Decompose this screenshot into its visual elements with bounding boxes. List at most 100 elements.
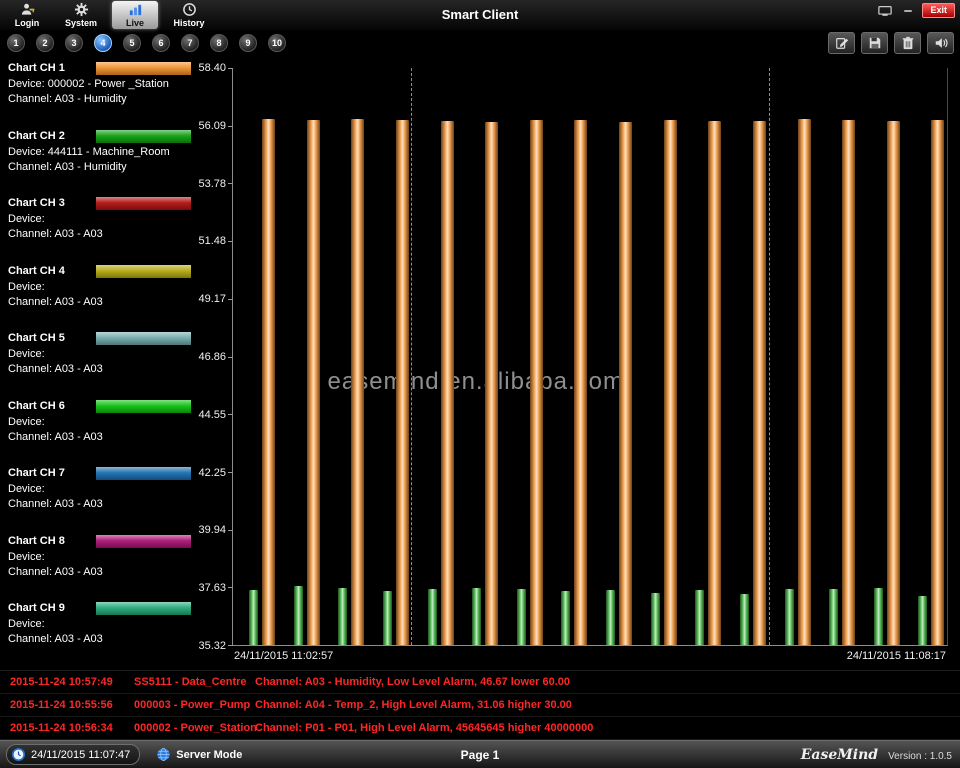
- minimize-icon[interactable]: [899, 4, 917, 18]
- alarm-list: 2015-11-24 10:57:49SS5111 - Data_CentreC…: [0, 670, 960, 740]
- bar-ch2: [606, 590, 615, 645]
- y-tick-mark: [228, 472, 233, 473]
- display-icon[interactable]: [876, 4, 894, 18]
- page-tab-3[interactable]: 3: [65, 34, 83, 52]
- nav-history[interactable]: History: [166, 1, 212, 29]
- page-tab-6[interactable]: 6: [152, 34, 170, 52]
- page-tab-4[interactable]: 4: [94, 34, 112, 52]
- bar-ch1: [798, 119, 811, 645]
- status-time: 24/11/2015 11:07:47: [31, 749, 130, 761]
- save-icon: [868, 36, 882, 50]
- edit-button[interactable]: [828, 32, 855, 54]
- bar-ch2: [651, 593, 660, 645]
- bar-ch1: [485, 122, 498, 645]
- bar-ch2: [874, 588, 883, 646]
- bar-ch1: [842, 120, 855, 645]
- easemind-logo: EaseMind: [801, 747, 878, 763]
- bar-ch1: [619, 122, 632, 646]
- tab-bar: 123456789 10: [0, 30, 960, 56]
- y-axis: 58.4056.0953.7851.4849.1746.8644.5542.25…: [190, 68, 228, 646]
- delete-button[interactable]: [894, 32, 921, 54]
- bar-ch2: [695, 590, 704, 645]
- login-icon: [20, 2, 35, 17]
- x-axis: 24/11/2015 11:02:57 24/11/2015 11:08:17: [232, 650, 948, 662]
- y-tick-mark: [228, 414, 233, 415]
- alarm-device: SS5111 - Data_Centre: [134, 671, 255, 694]
- alarm-row[interactable]: 2015-11-24 10:57:49SS5111 - Data_CentreC…: [0, 671, 960, 694]
- y-tick-label: 58.40: [198, 62, 226, 74]
- y-tick-mark: [228, 357, 233, 358]
- bar-ch1: [664, 120, 677, 645]
- y-tick-mark: [228, 183, 233, 184]
- y-tick-label: 37.63: [198, 582, 226, 594]
- smart-client-window: LoginSystemLiveHistory Smart Client Exit…: [0, 0, 960, 768]
- bar-ch2: [740, 594, 749, 646]
- brand-box: EaseMind Version : 1.0.5: [801, 747, 952, 763]
- page-tab-5[interactable]: 5: [123, 34, 141, 52]
- bar-ch1: [708, 121, 721, 645]
- y-tick-label: 56.09: [198, 120, 226, 132]
- y-tick-mark: [228, 68, 233, 69]
- y-tick-mark: [228, 126, 233, 127]
- delete-icon: [901, 36, 915, 50]
- y-tick-mark: [228, 587, 233, 588]
- bar-ch2: [472, 588, 481, 646]
- y-tick-label: 51.48: [198, 235, 226, 247]
- dashed-gridline: [769, 68, 770, 645]
- bar-ch1: [351, 119, 364, 645]
- bar-ch1: [262, 119, 275, 645]
- bar-ch1: [441, 121, 454, 645]
- page-tab-2[interactable]: 2: [36, 34, 54, 52]
- bar-ch2: [561, 591, 570, 645]
- save-button[interactable]: [861, 32, 888, 54]
- page-tab-8[interactable]: 8: [210, 34, 228, 52]
- channel-color-swatch: [96, 535, 191, 548]
- page-tab-9[interactable]: 9: [239, 34, 257, 52]
- alarm-row[interactable]: 2015-11-24 10:55:56000003 - Power_PumpCh…: [0, 694, 960, 717]
- globe-icon: [156, 747, 171, 762]
- alarm-message: Channel: P01 - P01, High Level Alarm, 45…: [255, 722, 593, 734]
- nav-live[interactable]: Live: [112, 1, 158, 29]
- page-tab-7[interactable]: 7: [181, 34, 199, 52]
- channel-color-swatch: [96, 332, 191, 345]
- edit-icon: [835, 36, 849, 50]
- page-tabs: 123456789 10: [7, 34, 286, 52]
- x-end-label: 24/11/2015 11:08:17: [847, 650, 946, 662]
- window-controls: Exit: [876, 3, 955, 18]
- channel-color-swatch: [96, 265, 191, 278]
- bar-ch2: [338, 588, 347, 645]
- bar-ch2: [383, 591, 392, 646]
- bar-ch1: [887, 121, 900, 645]
- plot-area: easemind.en.alibaba.com: [232, 68, 948, 646]
- nav-login[interactable]: Login: [4, 1, 50, 29]
- bar-ch1: [307, 120, 320, 645]
- alarm-message: Channel: A04 - Temp_2, High Level Alarm,…: [255, 699, 572, 711]
- bar-ch2: [428, 589, 437, 646]
- bar-ch2: [918, 596, 927, 646]
- server-mode-label: Server Mode: [176, 749, 242, 761]
- page-tab-10[interactable]: 10: [268, 34, 286, 52]
- bar-ch2: [517, 589, 526, 645]
- alarm-row[interactable]: 2015-11-24 10:56:34000002 - Power_Statio…: [0, 717, 960, 740]
- nav-label-login: Login: [15, 18, 40, 28]
- alarm-time: 2015-11-24 10:56:34: [10, 717, 134, 740]
- channel-color-swatch: [96, 130, 191, 143]
- bar-ch2: [294, 586, 303, 645]
- page-tab-1[interactable]: 1: [7, 34, 25, 52]
- exit-button[interactable]: Exit: [922, 3, 955, 18]
- nav-system[interactable]: System: [58, 1, 104, 29]
- bar-ch1: [753, 121, 766, 645]
- nav-label-history: History: [173, 18, 204, 28]
- bar-ch1: [931, 120, 944, 645]
- y-tick-mark: [228, 241, 233, 242]
- bar-ch1: [530, 120, 543, 645]
- y-tick-mark: [228, 645, 233, 646]
- speaker-button[interactable]: [927, 32, 954, 54]
- server-mode: Server Mode: [156, 747, 242, 762]
- alarm-message: Channel: A03 - Humidity, Low Level Alarm…: [255, 676, 570, 688]
- channel-color-swatch: [96, 197, 191, 210]
- alarm-device: 000002 - Power_Station: [134, 717, 255, 740]
- y-tick-label: 39.94: [198, 524, 226, 536]
- header-bar: LoginSystemLiveHistory Smart Client Exit: [0, 0, 960, 30]
- clock-icon: [11, 747, 26, 762]
